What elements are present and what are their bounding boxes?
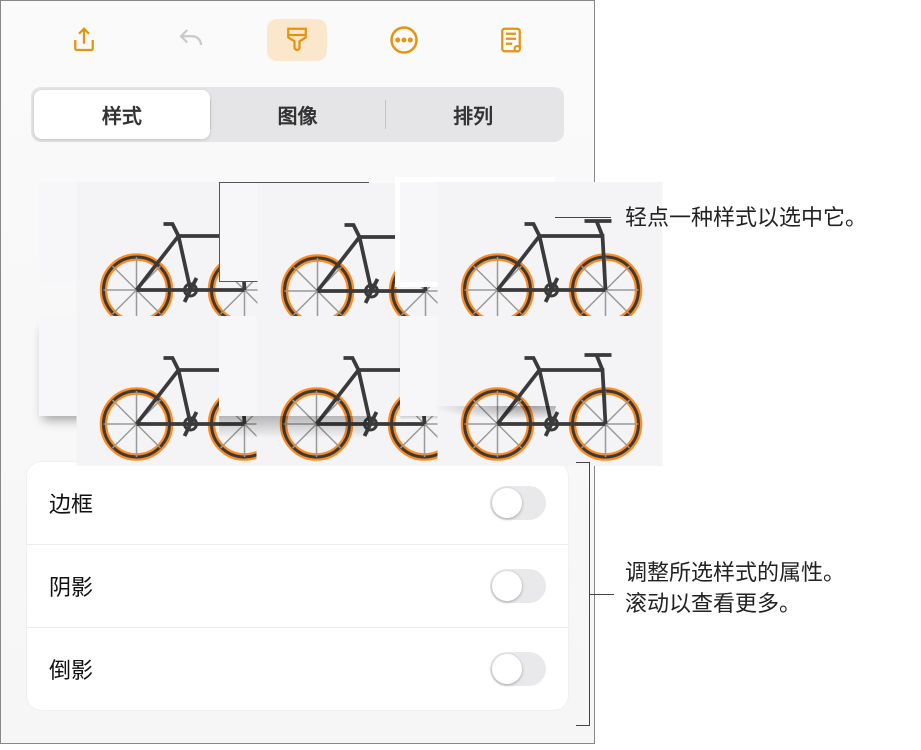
style-thumb-reflection[interactable] [219, 316, 369, 416]
style-options-list: 边框 阴影 倒影 [27, 462, 568, 710]
callout-adjust-line2: 滚动以查看更多。 [625, 589, 915, 620]
style-thumb-bordered[interactable] [219, 182, 369, 282]
tab-arrange[interactable]: 排列 [385, 90, 561, 139]
more-icon [389, 25, 419, 55]
brush-icon [282, 25, 312, 55]
toolbar [1, 1, 594, 73]
undo-icon [176, 25, 206, 55]
style-thumb-curl[interactable] [400, 316, 550, 416]
more-button[interactable] [374, 19, 434, 61]
format-brush-button[interactable] [267, 19, 327, 61]
option-border-label: 边框 [49, 487, 93, 519]
format-panel: 样式 图像 排列 [0, 0, 595, 744]
callout-bracket [576, 462, 590, 726]
style-thumb-plain[interactable] [39, 182, 189, 282]
option-reflection-label: 倒影 [49, 653, 93, 685]
tab-style[interactable]: 样式 [34, 90, 210, 139]
segmented-control: 样式 图像 排列 [1, 73, 594, 152]
document-view-button[interactable] [481, 19, 541, 61]
tab-image[interactable]: 图像 [210, 90, 386, 139]
callout-adjust-line1: 调整所选样式的属性。 [625, 558, 915, 589]
share-button[interactable] [54, 19, 114, 61]
style-thumb-shadow[interactable] [39, 316, 189, 416]
document-icon [496, 25, 526, 55]
option-border-toggle[interactable] [490, 486, 546, 520]
style-thumb-white-frame[interactable] [400, 182, 550, 282]
option-shadow-row[interactable]: 阴影 [27, 544, 568, 627]
callout-tap-style: 轻点一种样式以选中它。 [625, 203, 895, 234]
callout-tap-style-text: 轻点一种样式以选中它。 [625, 205, 867, 230]
option-shadow-label: 阴影 [49, 570, 93, 602]
option-shadow-toggle[interactable] [490, 569, 546, 603]
option-reflection-toggle[interactable] [490, 652, 546, 686]
undo-button[interactable] [161, 19, 221, 61]
option-reflection-row[interactable]: 倒影 [27, 627, 568, 710]
share-icon [69, 25, 99, 55]
callout-adjust-props: 调整所选样式的属性。 滚动以查看更多。 [625, 558, 915, 620]
style-thumbnails [1, 152, 594, 436]
option-border-row[interactable]: 边框 [27, 462, 568, 544]
